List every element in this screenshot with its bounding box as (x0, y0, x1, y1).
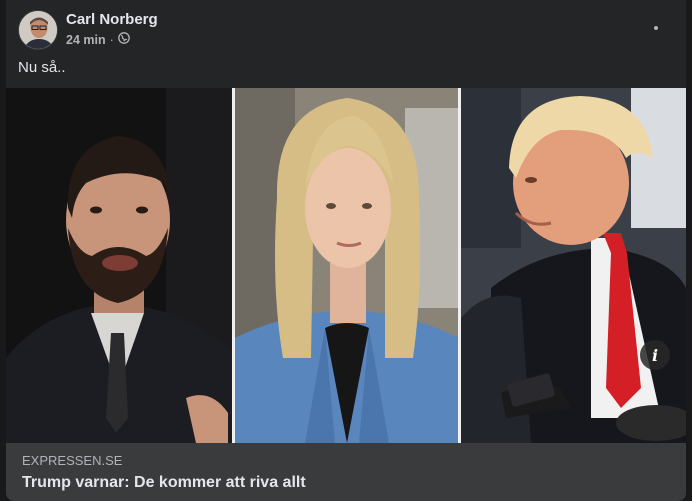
panel-divider (232, 88, 235, 443)
more-horizontal-icon (654, 26, 658, 30)
panel-divider (458, 88, 461, 443)
more-options-button[interactable] (642, 14, 670, 42)
post-timestamp[interactable]: 24 min (66, 33, 106, 47)
post-text: Nu så.. (18, 59, 66, 76)
post-meta: 24 min · (66, 32, 130, 47)
meta-separator: · (109, 32, 114, 47)
feed-post: Carl Norberg 24 min · Nu så.. i EXPRESSE… (6, 0, 686, 501)
link-preview-image[interactable] (6, 88, 686, 443)
link-preview[interactable]: EXPRESSEN.SE Trump varnar: De kommer att… (6, 443, 686, 501)
globe-icon[interactable] (117, 32, 130, 47)
link-headline[interactable]: Trump varnar: De kommer att riva allt (22, 474, 306, 492)
info-button[interactable]: i (640, 340, 670, 370)
photo-panel-right (461, 88, 686, 443)
link-domain: EXPRESSEN.SE (22, 453, 123, 468)
author-name[interactable]: Carl Norberg (66, 11, 158, 28)
photo-panel-middle (235, 88, 459, 443)
photo-panel-left (6, 88, 233, 443)
author-avatar[interactable] (18, 10, 58, 50)
